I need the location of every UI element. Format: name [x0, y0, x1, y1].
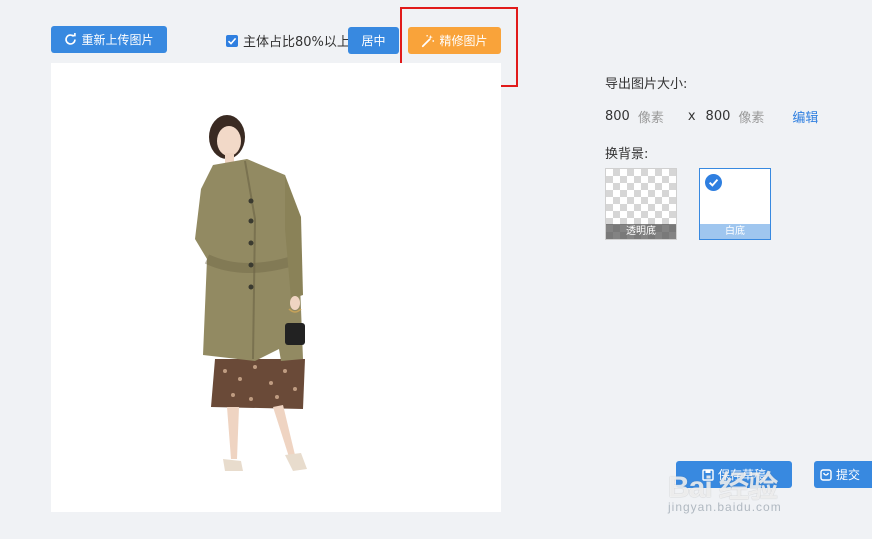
export-height-unit: 像素: [738, 111, 765, 126]
center-button-label: 居中: [361, 34, 386, 48]
reupload-image-label: 重新上传图片: [81, 33, 154, 47]
background-option-caption: 白底: [700, 224, 770, 239]
background-option-white[interactable]: 白底: [699, 168, 771, 240]
subject-ratio-label: 主体占比80%以上: [243, 35, 350, 50]
export-width-unit: 像素: [637, 111, 664, 126]
change-background-label: 换背景:: [605, 147, 649, 162]
save-draft-button[interactable]: 保存草稿: [676, 461, 792, 488]
background-option-caption: 透明底: [606, 224, 676, 239]
center-button[interactable]: 居中: [348, 27, 399, 54]
submit-button[interactable]: 提交: [814, 461, 872, 488]
submit-label: 提交: [836, 468, 861, 482]
export-height-value: 800: [705, 109, 731, 124]
image-preview-canvas: [51, 63, 501, 512]
background-option-transparent[interactable]: 透明底: [605, 168, 677, 240]
export-size-label: 导出图片大小:: [605, 77, 688, 92]
product-photo: [195, 115, 307, 471]
size-separator: x: [687, 109, 696, 124]
export-width-value: 800: [605, 109, 630, 124]
submit-icon: [820, 468, 832, 481]
export-size-row: 800 像素 x 800 像素 编辑: [605, 107, 818, 126]
save-draft-label: 保存草稿: [717, 468, 766, 482]
save-icon: [702, 468, 714, 481]
checkbox-checked-icon[interactable]: [226, 34, 238, 47]
watermark-url: jingyan.baidu.com: [668, 500, 782, 514]
edit-size-link[interactable]: 编辑: [792, 107, 818, 126]
check-icon: [705, 174, 722, 191]
reupload-image-button[interactable]: 重新上传图片: [51, 26, 167, 53]
subject-ratio-checkbox[interactable]: 主体占比80%以上: [226, 31, 350, 50]
refresh-icon: [64, 33, 77, 46]
